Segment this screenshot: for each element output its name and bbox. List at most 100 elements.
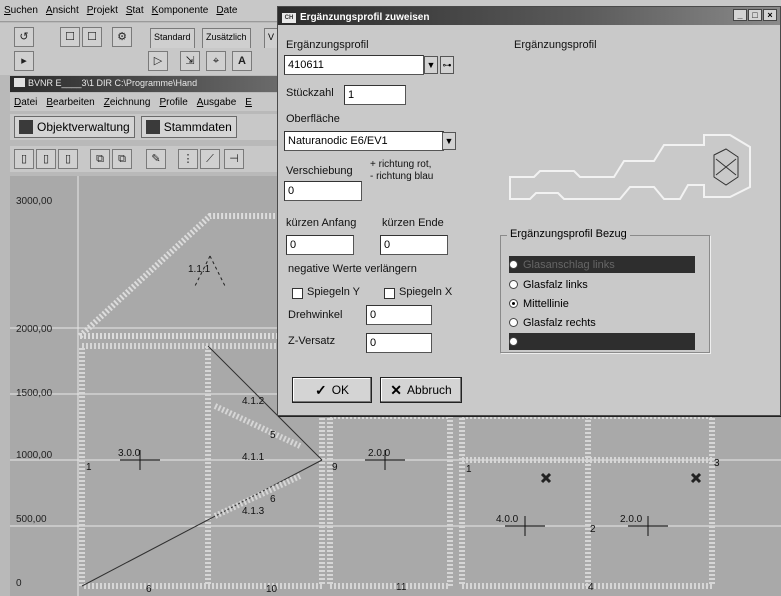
label-6: 6 xyxy=(270,494,276,505)
dialog-system-icon[interactable]: CH xyxy=(282,12,296,23)
toolbar-icon-6[interactable]: ⇲ xyxy=(180,51,200,71)
menu-projekt[interactable]: Projekt xyxy=(87,5,118,16)
verschiebung-label: Verschiebung xyxy=(286,165,353,177)
toolbar-icon-5[interactable]: ▸ xyxy=(14,51,34,71)
menu-suchen[interactable]: Suchen xyxy=(4,5,38,16)
text-tool-icon[interactable]: A xyxy=(232,51,252,71)
z-versatz-input[interactable]: 0 xyxy=(366,333,432,353)
child-window-icon xyxy=(14,78,25,87)
stueckzahl-label: Stückzahl xyxy=(286,87,334,99)
y-label-1500: 1500,00 xyxy=(16,388,53,399)
bezug-groupbox: Ergänzungsprofil Bezug Glasanschlag link… xyxy=(500,228,710,353)
drehwinkel-input[interactable]: 0 xyxy=(366,305,432,325)
menu-stat[interactable]: Stat xyxy=(126,5,144,16)
radio-glasfalz-links[interactable]: Glasfalz links xyxy=(509,276,695,293)
objektverwaltung-button[interactable]: Objektverwaltung xyxy=(14,116,135,138)
line-tool-icon[interactable]: ⋮ xyxy=(178,149,198,169)
select-arrow-icon[interactable]: ▷ xyxy=(148,51,168,71)
abbruch-label: Abbruch xyxy=(407,383,452,397)
ergaenzungsprofil-dropdown-icon[interactable]: ▼ xyxy=(424,56,438,74)
radio-glasanschlag-links-label: Glasanschlag links xyxy=(523,258,615,271)
menu-datei[interactable]: Datei xyxy=(14,97,37,108)
spiegeln-y-label: Spiegeln Y xyxy=(307,286,361,298)
ergaenzungsprofil-input[interactable]: 410611 xyxy=(284,55,424,75)
paste-icon[interactable]: ⧉ xyxy=(112,149,132,169)
radio-blank[interactable] xyxy=(509,333,695,350)
radio-mittellinie-label: Mittellinie xyxy=(523,297,569,310)
menu-ansicht[interactable]: Ansicht xyxy=(46,5,79,16)
new-doc-icon[interactable]: ▯ xyxy=(14,149,34,169)
menu-ausgabe[interactable]: Ausgabe xyxy=(197,97,236,108)
child-menubar: Datei Bearbeiten Zeichnung Profile Ausga… xyxy=(10,93,280,111)
kuerzen-anfang-label: kürzen Anfang xyxy=(286,217,357,229)
copy-icon[interactable]: ⧉ xyxy=(90,149,110,169)
richtung-rot-label: + richtung rot, xyxy=(370,159,432,170)
label-2: 2 xyxy=(590,524,596,535)
radio-mittellinie[interactable]: Mittellinie xyxy=(509,295,695,312)
y-label-1000: 1000,00 xyxy=(16,450,53,461)
toolbar-icon-4[interactable]: ⚙ xyxy=(112,27,132,47)
abbruch-button[interactable]: ✕ Abbruch xyxy=(380,377,462,403)
checkmark-icon: ✓ xyxy=(314,381,327,398)
y-label-3000: 3000,00 xyxy=(16,196,53,207)
label-4-1-3: 4.1.3 xyxy=(242,506,265,517)
drehwinkel-label: Drehwinkel xyxy=(288,309,343,321)
menu-date[interactable]: Date xyxy=(216,5,237,16)
label-5: 5 xyxy=(270,430,276,441)
spiegeln-y-checkbox[interactable] xyxy=(292,288,303,299)
kuerzen-ende-input[interactable]: 0 xyxy=(380,235,448,255)
close-icon[interactable]: × xyxy=(763,9,777,21)
kuerzen-ende-label: kürzen Ende xyxy=(382,217,444,229)
label-2-0-0-b: 2.0.0 xyxy=(620,514,643,525)
measure-tool-icon[interactable]: ⊣ xyxy=(224,149,244,169)
maximize-icon[interactable]: □ xyxy=(748,9,762,21)
objektverwaltung-label: Objektverwaltung xyxy=(37,120,130,134)
kuerzen-anfang-input[interactable]: 0 xyxy=(286,235,354,255)
spiegeln-x-checkbox[interactable] xyxy=(384,288,395,299)
radio-glasfalz-links-label: Glasfalz links xyxy=(523,278,588,291)
tab-standard[interactable]: Standard xyxy=(150,28,195,48)
label-4: 4 xyxy=(588,582,594,593)
menu-profile[interactable]: Profile xyxy=(159,97,187,108)
toolbar-icon-3[interactable]: ☐ xyxy=(82,27,102,47)
draw-icon[interactable]: ✎ xyxy=(146,149,166,169)
richtung-blau-label: - richtung blau xyxy=(370,171,434,182)
oberflaeche-dropdown-icon[interactable]: ▼ xyxy=(442,132,456,150)
radio-glasfalz-rechts[interactable]: Glasfalz rechts xyxy=(509,314,695,331)
angle-tool-icon[interactable]: ⟋ xyxy=(200,149,220,169)
ok-label: OK xyxy=(331,383,350,397)
label-11: 11 xyxy=(396,582,407,593)
browse-profile-icon[interactable]: ⊶ xyxy=(440,56,454,74)
label-1: 1 xyxy=(86,462,92,473)
bezug-legend: Ergänzungsprofil Bezug xyxy=(507,228,630,240)
radio-mittellinie-circle xyxy=(509,299,518,308)
verschiebung-input[interactable]: 0 xyxy=(284,181,362,201)
stammdaten-button[interactable]: Stammdaten xyxy=(140,116,237,138)
ok-button[interactable]: ✓ OK xyxy=(292,377,372,403)
label-3-0-0: 3.0.0 xyxy=(118,448,141,459)
label-1-1-1: 1.1.1 xyxy=(188,264,211,275)
radio-glasanschlag-links[interactable]: Glasanschlag links xyxy=(509,256,695,273)
open-doc-icon[interactable]: ▯ xyxy=(36,149,56,169)
toolbar-icon-7[interactable]: ⌖ xyxy=(206,51,226,71)
tab-v[interactable]: V xyxy=(264,28,279,48)
menu-zeichnung[interactable]: Zeichnung xyxy=(104,97,151,108)
preview-label: Ergänzungsprofil xyxy=(514,39,597,51)
toolbar-icon-2[interactable]: ☐ xyxy=(60,27,80,47)
minimize-icon[interactable]: _ xyxy=(733,9,747,21)
negative-werte-label: negative Werte verlängern xyxy=(288,263,417,275)
object-toolbar: Objektverwaltung Stammdaten xyxy=(10,114,282,140)
spiegeln-x-label: Spiegeln X xyxy=(399,286,453,298)
label-6-b: 6 xyxy=(146,584,152,595)
toolbar-icon-1[interactable]: ↺ xyxy=(14,27,34,47)
menu-bearbeiten[interactable]: Bearbeiten xyxy=(46,97,94,108)
save-doc-icon[interactable]: ▯ xyxy=(58,149,78,169)
oberflaeche-select[interactable]: Naturanodic E6/EV1 xyxy=(284,131,444,151)
radio-glasfalz-links-circle xyxy=(509,280,518,289)
tab-zusaetzlich[interactable]: Zusätzlich xyxy=(202,28,251,48)
menu-e[interactable]: E xyxy=(245,97,252,108)
profile-preview xyxy=(509,134,751,200)
ergaenzungsprofil-label: Ergänzungsprofil xyxy=(286,39,369,51)
stueckzahl-input[interactable]: 1 xyxy=(344,85,406,105)
menu-komponente[interactable]: Komponente xyxy=(152,5,209,16)
